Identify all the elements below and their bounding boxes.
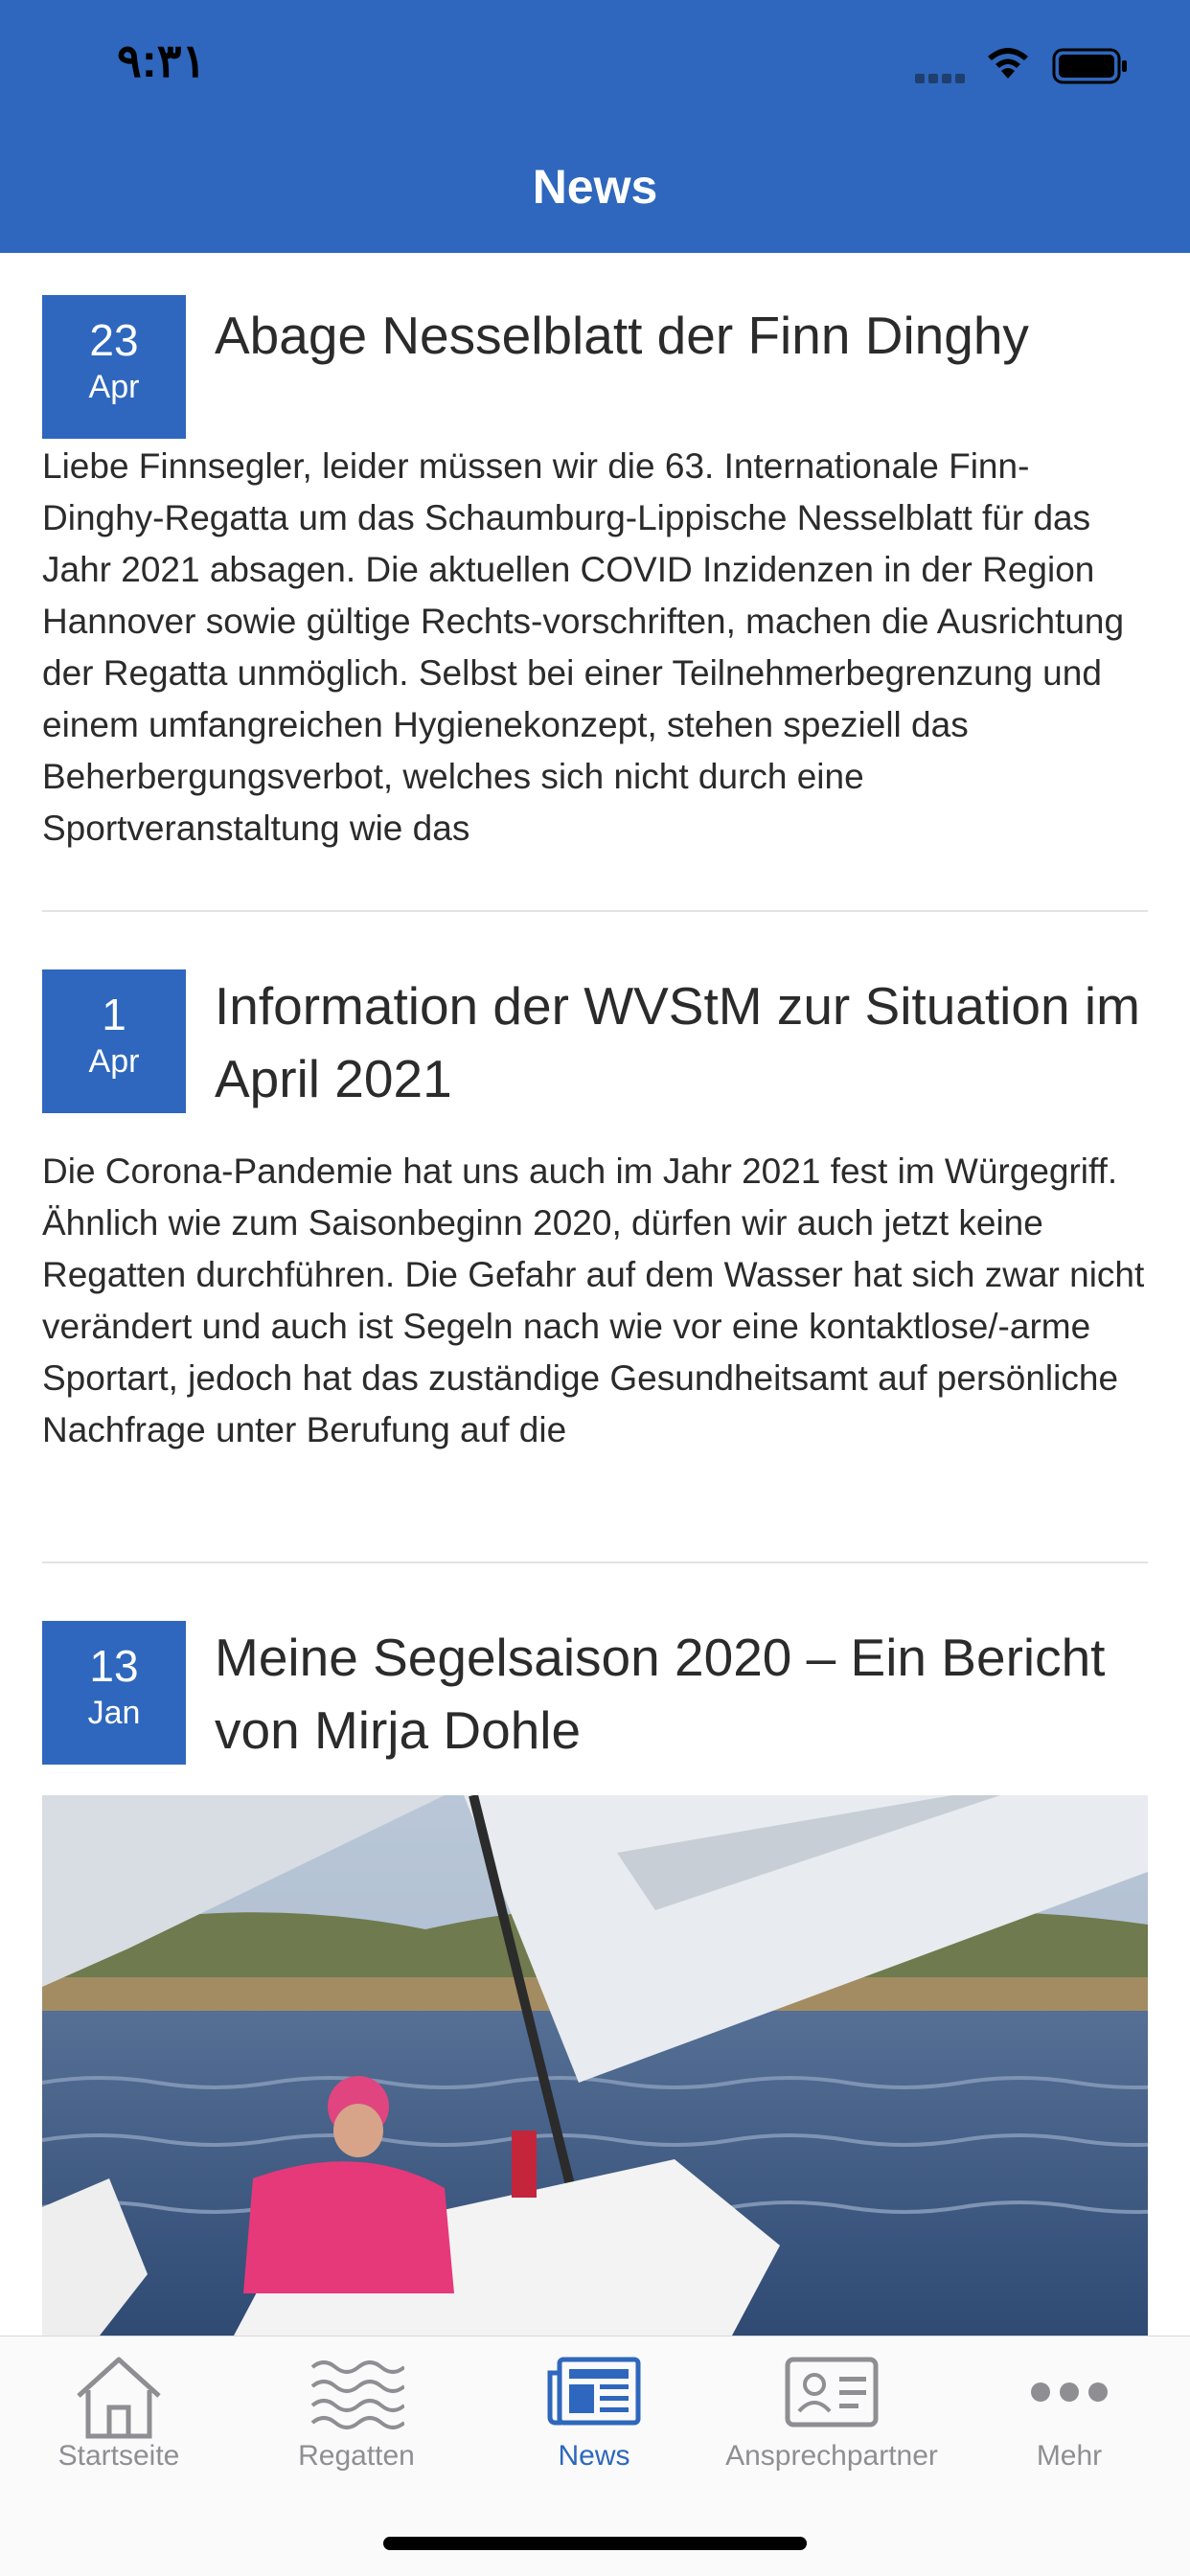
nav-header: ٩:٣١ News: [0, 0, 1190, 253]
date-badge: 1 Apr: [42, 969, 186, 1113]
date-badge: 13 Jan: [42, 1621, 186, 1765]
tab-label: Regatten: [298, 2440, 415, 2472]
date-month: Jan: [87, 1695, 141, 1731]
date-day: 13: [89, 1641, 139, 1691]
status-time: ٩:٣١: [117, 36, 207, 87]
sailing-dinghy-photo[interactable]: [42, 1795, 1148, 2336]
photo-illustration: [42, 1795, 1148, 2336]
tab-label: Ansprechpartner: [725, 2440, 938, 2472]
wifi-icon: [988, 48, 1028, 79]
date-day: 23: [89, 315, 139, 365]
home-indicator[interactable]: [383, 2537, 807, 2550]
date-day: 1: [102, 990, 126, 1039]
tab-news[interactable]: News: [475, 2337, 713, 2499]
divider: [42, 1562, 1148, 1563]
news-title[interactable]: Information der WVStM zur Situation im A…: [215, 969, 1148, 1115]
battery-icon: [1052, 48, 1127, 84]
more-dots-icon: [1031, 2382, 1108, 2402]
date-badge: 23 Apr: [42, 295, 186, 439]
tab-mehr[interactable]: Mehr: [950, 2337, 1188, 2499]
news-excerpt: Die Corona-Pandemie hat uns auch im Jahr…: [42, 1151, 1145, 1449]
news-title[interactable]: Abage Nesselblatt der Finn Dinghy: [215, 299, 1148, 372]
tab-label: News: [558, 2440, 630, 2472]
page-title: News: [532, 160, 658, 214]
date-month: Apr: [88, 1043, 140, 1080]
date-month: Apr: [88, 369, 140, 405]
tab-regatten[interactable]: Regatten: [238, 2337, 475, 2499]
tab-label: Startseite: [57, 2440, 180, 2472]
divider: [42, 910, 1148, 912]
tab-ansprechpartner[interactable]: Ansprechpartner: [713, 2337, 950, 2499]
news-excerpt: Liebe Finnsegler, leider müssen wir die …: [42, 446, 1125, 848]
news-item[interactable]: 1 Apr Information der WVStM zur Situatio…: [42, 969, 1148, 1544]
tab-label: Mehr: [1036, 2440, 1103, 2472]
news-title[interactable]: Meine Segelsaison 2020 – Ein Bericht von…: [215, 1621, 1148, 1767]
news-item[interactable]: 23 Apr Abage Nesselblatt der Finn Dinghy…: [42, 295, 1148, 851]
home-icon: [77, 2357, 161, 2439]
contact-card-icon: [785, 2357, 879, 2428]
cellular-signal-icon: [915, 71, 971, 83]
news-item[interactable]: 13 Jan Meine Segelsaison 2020 – Ein Beri…: [42, 1621, 1148, 1793]
tab-startseite[interactable]: Startseite: [0, 2337, 238, 2499]
newspaper-icon: [547, 2357, 641, 2426]
waves-icon: [310, 2360, 404, 2429]
